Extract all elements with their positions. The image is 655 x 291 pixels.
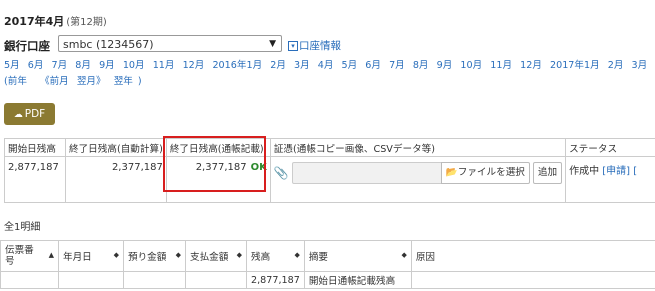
- month-link[interactable]: 6月: [365, 60, 381, 71]
- col-slip-label: 伝票番号: [5, 245, 34, 267]
- month-link[interactable]: 2016年1月: [212, 60, 262, 71]
- period-nav: (前年 《前月 翌月》 翌年): [4, 73, 147, 87]
- file-input-field[interactable]: [291, 162, 442, 184]
- account-label: 銀行口座: [4, 39, 50, 53]
- next-month-link[interactable]: 翌月》: [77, 76, 106, 87]
- balance-table: 開始日残高 終了日残高(自動計算) 終了日残高(通帳記載) 証憑(通帳コピー画像…: [4, 138, 655, 203]
- month-link[interactable]: 7月: [52, 60, 68, 71]
- highlight-box: [163, 136, 266, 192]
- status-text: 作成中: [569, 166, 600, 177]
- month-link[interactable]: 10月: [460, 60, 482, 71]
- balance-cell: 2,877,187: [246, 271, 305, 289]
- more-link[interactable]: [: [633, 166, 637, 177]
- detail-table: 伝票番号 ▲ 年月日 ◆ 預り金額 ◆ 支払金額 ◆ 残高 ◆ 摘要 ◆ 原因 2,877,…: [0, 240, 655, 289]
- col-cause: 原因: [410, 240, 655, 272]
- start-balance: 2,877,187: [4, 156, 66, 203]
- month-link[interactable]: 7月: [389, 60, 405, 71]
- col-date[interactable]: 年月日 ◆: [58, 240, 124, 272]
- month-link[interactable]: 3月: [294, 60, 310, 71]
- table-row: 2,877,187 開始日通帳記載残高: [0, 271, 655, 289]
- month-link[interactable]: 9月: [437, 60, 453, 71]
- col-slip[interactable]: 伝票番号 ▲: [0, 240, 59, 272]
- month-link[interactable]: 11月: [490, 60, 512, 71]
- detail-header-row: 伝票番号 ▲ 年月日 ◆ 預り金額 ◆ 支払金額 ◆ 残高 ◆ 摘要 ◆ 原因: [0, 240, 655, 272]
- sort-icon: ◆: [113, 251, 119, 259]
- sort-asc-icon: ▲: [48, 251, 54, 259]
- folder-icon: 📂: [445, 167, 458, 178]
- month-link[interactable]: 2月: [270, 60, 286, 71]
- account-info-label: 口座情報: [299, 40, 341, 52]
- add-button[interactable]: 追加: [532, 162, 563, 184]
- col-start-balance: 開始日残高: [4, 138, 66, 157]
- deposit-cell: [123, 271, 186, 289]
- next-year-link[interactable]: 翌年): [114, 76, 142, 87]
- sort-icon: ◆: [236, 251, 242, 259]
- choose-file-label: ファイルを選択: [457, 167, 525, 178]
- month-link[interactable]: 2月: [608, 60, 624, 71]
- month-link[interactable]: 12月: [183, 60, 205, 71]
- month-title: 2017年4月: [4, 15, 65, 28]
- sort-icon: ◆: [175, 251, 181, 259]
- apply-link[interactable]: [申請]: [602, 166, 630, 177]
- col-balance-label: 残高: [251, 252, 271, 263]
- col-payment-label: 支払金額: [190, 252, 229, 263]
- memo-cell: 開始日通帳記載残高: [303, 271, 412, 289]
- col-memo[interactable]: 摘要 ◆: [303, 240, 412, 272]
- page-title: 2017年4月 (第12期): [4, 13, 107, 29]
- month-link[interactable]: 6月: [28, 60, 44, 71]
- col-end-auto: 終了日残高(自動計算): [65, 138, 167, 157]
- month-link[interactable]: 5月: [4, 60, 20, 71]
- col-evidence: 証憑(通帳コピー画像、CSVデータ等): [269, 138, 567, 157]
- account-select-value: smbc (1234567): [63, 38, 154, 51]
- balance-row: 2,877,187 2,377,187 2,377,187 OK 📎 📂ファイルを選…: [4, 156, 655, 203]
- month-link[interactable]: 4月: [318, 60, 334, 71]
- choose-file-button[interactable]: 📂ファイルを選択: [440, 162, 530, 184]
- month-link[interactable]: 12月: [520, 60, 542, 71]
- pdf-button[interactable]: ☁ PDF: [4, 103, 55, 125]
- col-payment[interactable]: 支払金額 ◆: [185, 240, 247, 272]
- pdf-button-label: PDF: [24, 108, 46, 120]
- status-cell: 作成中 [申請] [: [565, 156, 655, 203]
- month-link[interactable]: 8月: [413, 60, 429, 71]
- cloud-download-icon: ☁: [13, 110, 23, 120]
- sort-icon: ◆: [294, 251, 300, 259]
- month-link[interactable]: 10月: [123, 60, 145, 71]
- month-link[interactable]: 5月: [342, 60, 358, 71]
- cause-cell: [410, 271, 655, 289]
- col-memo-label: 摘要: [308, 252, 329, 263]
- evidence-cell: 📎 📂ファイルを選択 追加: [269, 156, 567, 203]
- month-link[interactable]: 3月: [632, 60, 648, 71]
- period-label: (第12期): [66, 17, 107, 28]
- slip-cell: [0, 271, 59, 289]
- payment-cell: [185, 271, 247, 289]
- month-link[interactable]: 11月: [153, 60, 175, 71]
- prev-year-label: 前年: [7, 76, 27, 87]
- account-select[interactable]: smbc (1234567) ▼: [58, 35, 282, 52]
- account-info-link[interactable]: ▾ 口座情報: [288, 38, 341, 53]
- end-balance-auto: 2,377,187: [65, 156, 167, 203]
- detail-count: 全1明細: [4, 222, 41, 233]
- month-link[interactable]: 9月: [99, 60, 115, 71]
- prev-month-link[interactable]: 《前月: [40, 76, 69, 87]
- prev-year-link[interactable]: (前年: [4, 76, 32, 87]
- month-link[interactable]: 2017年1月: [550, 60, 600, 71]
- col-balance[interactable]: 残高 ◆: [246, 240, 305, 272]
- paperclip-icon: 📎: [273, 166, 289, 180]
- month-link[interactable]: 8月: [75, 60, 91, 71]
- date-cell: [58, 271, 124, 289]
- month-nav: 5月 6月 7月 8月 9月 10月 11月 12月 2016年1月 2月 3月…: [4, 57, 655, 71]
- chevron-down-icon: ▼: [269, 39, 276, 49]
- col-deposit[interactable]: 預り金額 ◆: [123, 240, 186, 272]
- next-year-label: 翌年: [113, 76, 133, 87]
- col-status: ステータス: [565, 138, 655, 157]
- sort-icon: ◆: [401, 251, 407, 259]
- balance-header-row: 開始日残高 終了日残高(自動計算) 終了日残高(通帳記載) 証憑(通帳コピー画像…: [4, 138, 655, 157]
- col-date-label: 年月日: [63, 252, 92, 263]
- expand-icon: ▾: [288, 41, 298, 51]
- col-deposit-label: 預り金額: [128, 252, 167, 263]
